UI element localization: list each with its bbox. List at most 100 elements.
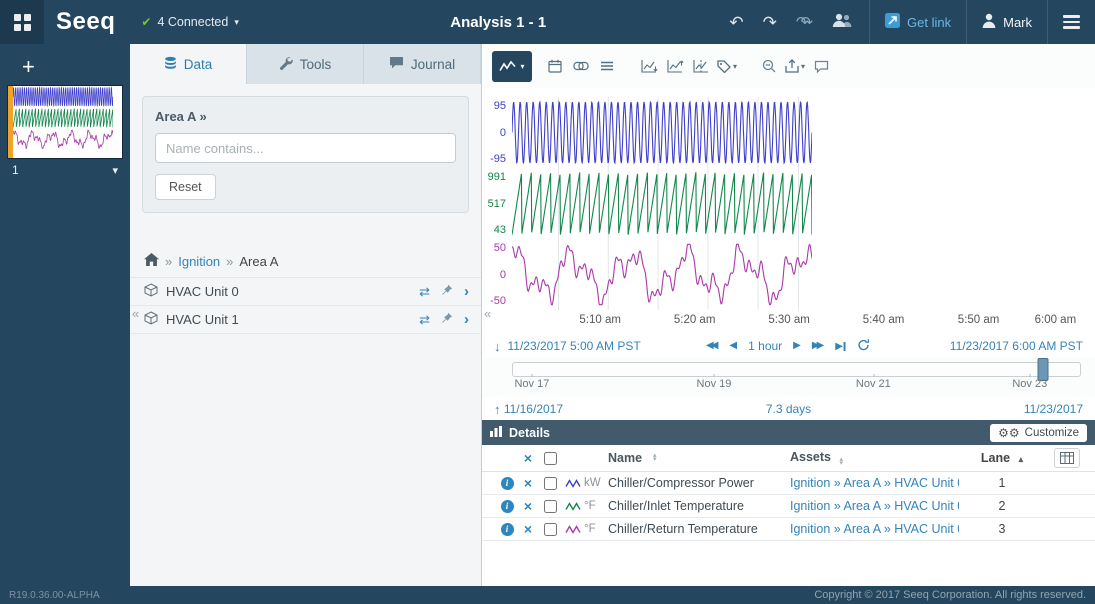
expand-range-icon[interactable]: ↑	[494, 402, 501, 417]
swap-asset-icon[interactable]: ⇄	[419, 284, 430, 300]
step-to-end-icon[interactable]: ▶	[835, 341, 846, 352]
tab-data-label: Data	[184, 57, 213, 72]
list-item[interactable]: HVAC Unit 1 ⇄ ›	[130, 306, 481, 334]
sort-icon: ▴▾	[839, 458, 843, 467]
redo-icon[interactable]: ↷	[763, 14, 777, 31]
tag-icon	[717, 60, 731, 73]
x-axis-tick: 5:10 am	[579, 314, 621, 326]
step-forward-icon[interactable]: ▶	[793, 341, 801, 351]
remove-icon[interactable]: ×	[518, 498, 538, 514]
worksheet-thumbnail[interactable]	[8, 86, 122, 158]
column-header-lane[interactable]: Lane ▴	[959, 451, 1045, 465]
step-back-fast-icon[interactable]: ◀◀	[706, 341, 718, 351]
zoom-out-icon[interactable]	[756, 53, 782, 79]
worksheet-chevron-icon[interactable]: ▾	[112, 164, 118, 177]
cursors-icon[interactable]	[688, 53, 714, 79]
panel-tabs: Data Tools Journal	[130, 44, 481, 84]
remove-icon[interactable]: ×	[518, 521, 538, 537]
breadcrumb-separator: »	[165, 254, 172, 269]
apps-grid-icon	[14, 14, 31, 31]
undo-icon[interactable]: ↶	[729, 14, 743, 31]
pin-icon[interactable]	[441, 284, 453, 299]
display-end[interactable]: 11/23/2017 6:00 AM PST	[950, 339, 1083, 353]
asset-path-link[interactable]: Ignition » Area A » HVAC Unit 0	[790, 522, 959, 536]
row-checkbox[interactable]	[544, 500, 557, 513]
shrink-range-icon[interactable]: ↓	[494, 339, 501, 354]
tab-data[interactable]: Data	[130, 44, 247, 84]
forward-all-icon[interactable]: ↷↷	[796, 15, 813, 30]
collapse-panel-icon[interactable]: «	[484, 306, 491, 321]
auto-update-icon[interactable]	[857, 338, 871, 355]
swap-asset-icon[interactable]: ⇄	[419, 312, 430, 328]
asset-path-link[interactable]: Ignition » Area A » HVAC Unit 0	[790, 499, 959, 513]
range-tick: Nov 19	[697, 378, 732, 390]
apps-grid-button[interactable]	[0, 0, 44, 44]
search-input[interactable]	[155, 133, 456, 163]
table-row[interactable]: i × °F Chiller/Return Temperature Igniti…	[482, 518, 1095, 541]
info-icon[interactable]: i	[501, 477, 514, 490]
users-icon[interactable]	[832, 13, 853, 31]
signal-name: Chiller/Return Temperature	[608, 522, 758, 536]
sort-icon: ▴▾	[653, 454, 657, 463]
pin-icon[interactable]	[441, 312, 453, 327]
table-row[interactable]: i × °F Chiller/Inlet Temperature Ignitio…	[482, 495, 1095, 518]
signal-unit: kW	[584, 477, 608, 489]
capsule-link-icon[interactable]	[568, 53, 594, 79]
step-forward-fast-icon[interactable]: ▶▶	[812, 341, 824, 351]
connected-status[interactable]: ✔ 4 Connected ▾	[141, 15, 238, 29]
connected-label: 4 Connected	[157, 15, 228, 29]
column-header-assets[interactable]: Assets ▴▾	[790, 450, 959, 467]
row-checkbox[interactable]	[544, 523, 557, 536]
tab-journal[interactable]: Journal	[364, 44, 481, 84]
asset-path-link[interactable]: Ignition » Area A » HVAC Unit 0	[790, 476, 959, 490]
y-axis-tick: 0	[500, 127, 506, 139]
collapse-panel-icon[interactable]: «	[132, 306, 139, 321]
top-bar: Seeq ✔ 4 Connected ▾ Analysis 1 - 1 ↶ ↷ …	[0, 0, 1095, 44]
seeq-logo[interactable]: Seeq	[56, 8, 115, 36]
statistics-icon[interactable]	[594, 53, 620, 79]
annotate-icon[interactable]	[808, 53, 834, 79]
calendar-icon[interactable]	[542, 53, 568, 79]
time-bar: ↓ 11/23/2017 5:00 AM PST ◀◀ ◀ 1 hour ▶ ▶…	[482, 334, 1095, 358]
user-menu[interactable]: Mark	[966, 0, 1047, 44]
trend-chart[interactable]	[512, 97, 812, 310]
main-menu-button[interactable]	[1047, 0, 1095, 44]
reset-button[interactable]: Reset	[155, 174, 216, 200]
info-icon[interactable]: i	[501, 523, 514, 536]
table-row[interactable]: i × kW Chiller/Compressor Power Ignition…	[482, 472, 1095, 495]
view-mode-dropdown[interactable]: ▾	[492, 51, 532, 82]
drilldown-chevron-icon[interactable]: ›	[464, 283, 469, 300]
range-end[interactable]: 11/23/2017	[1024, 402, 1083, 416]
display-start[interactable]: 11/23/2017 5:00 AM PST	[508, 339, 641, 353]
column-config-button[interactable]	[1054, 448, 1080, 468]
lane-number: 2	[959, 499, 1045, 513]
tab-tools[interactable]: Tools	[247, 44, 364, 84]
customize-button[interactable]: ⚙⚙ Customize	[990, 424, 1087, 442]
breadcrumb: » Ignition » Area A	[130, 253, 481, 278]
range-tick: Nov 17	[514, 378, 549, 390]
export-dropdown[interactable]: ▾	[782, 53, 808, 79]
row-checkbox[interactable]	[544, 477, 557, 490]
get-link-button[interactable]: Get link	[869, 0, 966, 44]
breadcrumb-separator: »	[226, 254, 233, 269]
list-item[interactable]: HVAC Unit 0 ⇄ ›	[130, 278, 481, 306]
remove-all-icon[interactable]: ×	[518, 450, 538, 466]
y-axis-tick: -95	[490, 153, 506, 165]
add-worksheet-button[interactable]: +	[22, 56, 38, 78]
info-icon[interactable]: i	[501, 500, 514, 513]
remove-icon[interactable]: ×	[518, 475, 538, 491]
home-icon[interactable]	[144, 253, 159, 269]
select-all-checkbox[interactable]	[544, 452, 557, 465]
range-track[interactable]	[512, 362, 1081, 377]
drilldown-chevron-icon[interactable]: ›	[464, 311, 469, 328]
range-start[interactable]: 11/16/2017	[504, 402, 563, 416]
labels-dropdown[interactable]: ▾	[714, 53, 740, 79]
step-back-icon[interactable]: ◀	[729, 341, 737, 351]
step-duration[interactable]: 1 hour	[748, 339, 782, 353]
range-duration[interactable]: 7.3 days	[766, 402, 811, 416]
column-header-name[interactable]: Name ▴▾	[608, 451, 790, 465]
breadcrumb-root[interactable]: Ignition	[178, 254, 220, 269]
name-column-label: Name	[608, 451, 642, 465]
one-lane-icon[interactable]	[636, 53, 662, 79]
one-yaxis-icon[interactable]	[662, 53, 688, 79]
